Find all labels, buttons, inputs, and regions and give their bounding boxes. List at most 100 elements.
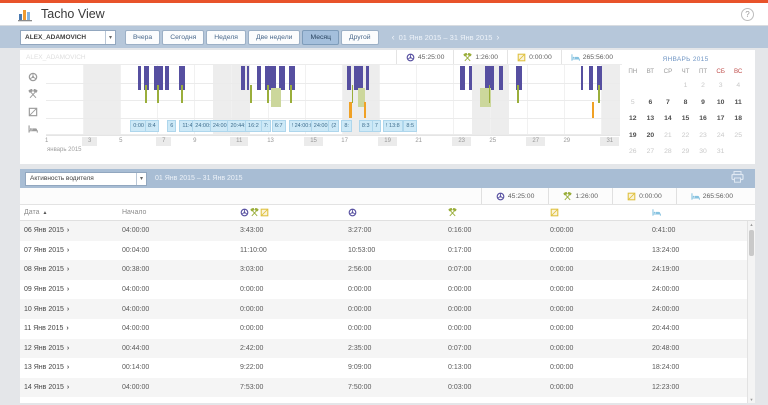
calendar-day[interactable]: 12 [624, 111, 642, 128]
calendar-day[interactable]: 1 [677, 78, 695, 95]
range-button[interactable]: Две недели [248, 30, 300, 45]
calendar-day[interactable]: 6 [642, 95, 660, 112]
range-button[interactable]: Вчера [125, 30, 160, 45]
table-row[interactable]: 15 Янв 2015›00:16:000:00:000:00:000:00:0… [20, 397, 755, 403]
calendar-day[interactable]: 22 [677, 128, 695, 145]
row-work-value: 0:07:00 [448, 345, 550, 352]
calendar-day[interactable]: 9 [694, 95, 712, 112]
calendar-day[interactable]: 13 [642, 111, 660, 128]
calendar-day[interactable]: 23 [694, 128, 712, 145]
column-header-driving[interactable] [348, 208, 448, 217]
column-header-total[interactable] [240, 208, 348, 217]
calendar-day[interactable]: 19 [624, 128, 642, 145]
calendar-day[interactable]: 17 [712, 111, 730, 128]
calendar-day[interactable]: 7 [659, 95, 677, 112]
row-date[interactable]: 06 Янв 2015› [24, 227, 122, 234]
caret-down-icon: ▾ [136, 173, 146, 185]
calendar-day[interactable]: 31 [712, 144, 730, 161]
driver-select[interactable]: ALEX_ADAMOVICH ▾ [20, 30, 116, 45]
scroll-down-arrow[interactable]: ▼ [748, 397, 755, 402]
print-icon[interactable] [731, 170, 744, 188]
calendar-day[interactable]: 18 [729, 111, 747, 128]
range-button[interactable]: Неделя [206, 30, 246, 45]
column-header-date[interactable]: Дата▲ [24, 209, 122, 216]
calendar-day[interactable]: 2 [694, 78, 712, 95]
prev-range-button[interactable]: ‹ [392, 33, 395, 42]
calendar-title: ЯНВАРЬ 2015 [624, 56, 747, 63]
table-row[interactable]: 09 Янв 2015›04:00:000:00:000:00:000:00:0… [20, 280, 755, 300]
driving-bar [499, 66, 504, 90]
calendar-day[interactable]: 16 [694, 111, 712, 128]
calendar-day[interactable]: 11 [729, 95, 747, 112]
row-expand-chevron-icon[interactable]: › [67, 266, 69, 273]
calendar-day[interactable]: 14 [659, 111, 677, 128]
range-button[interactable]: Месяц [302, 30, 339, 45]
row-date[interactable]: 13 Янв 2015› [24, 364, 122, 371]
table-row[interactable]: 14 Янв 2015›04:00:007:53:007:50:000:03:0… [20, 378, 755, 398]
row-date[interactable]: 08 Янв 2015› [24, 266, 122, 273]
toolbar: ALEX_ADAMOVICH ▾ ВчераСегодняНеделяДве н… [0, 26, 768, 48]
row-expand-chevron-icon[interactable]: › [67, 345, 69, 352]
availability-square-icon [260, 208, 269, 217]
calendar-day[interactable]: 28 [659, 144, 677, 161]
row-expand-chevron-icon[interactable]: › [67, 306, 69, 313]
table-row[interactable]: 11 Янв 2015›04:00:000:00:000:00:000:00:0… [20, 319, 755, 339]
row-date[interactable]: 11 Янв 2015› [24, 325, 122, 332]
crossed-hammers-icon [28, 86, 38, 104]
totals-row: 45:25:00 1:26:00 0:00:00 265:56:00 [20, 188, 755, 205]
row-expand-chevron-icon[interactable]: › [67, 286, 69, 293]
table-row[interactable]: 12 Янв 2015›00:44:002:42:002:35:000:07:0… [20, 339, 755, 359]
calendar-day[interactable]: 21 [659, 128, 677, 145]
next-range-button[interactable]: › [496, 33, 499, 42]
row-expand-chevron-icon[interactable]: › [67, 364, 69, 371]
calendar-day[interactable]: 15 [677, 111, 695, 128]
column-header-work[interactable] [448, 208, 550, 217]
calendar-day[interactable]: 27 [642, 144, 660, 161]
table-row[interactable]: 13 Янв 2015›00:14:009:22:009:09:000:13:0… [20, 358, 755, 378]
table-row[interactable]: 07 Янв 2015›00:04:0011:10:0010:53:000:17… [20, 241, 755, 261]
calendar-day[interactable]: 20 [642, 128, 660, 145]
row-work-value: 0:16:00 [448, 227, 550, 234]
row-date[interactable]: 14 Янв 2015› [24, 384, 122, 391]
calendar-day[interactable]: 30 [694, 144, 712, 161]
scrollbar-thumb[interactable] [749, 230, 754, 256]
row-date[interactable]: 07 Янв 2015› [24, 247, 122, 254]
bed-icon [691, 192, 700, 201]
column-header-start[interactable]: Начало [122, 209, 240, 216]
column-header-rest[interactable] [652, 208, 755, 217]
row-expand-chevron-icon[interactable]: › [67, 227, 69, 234]
row-date[interactable]: 10 Янв 2015› [24, 306, 122, 313]
row-expand-chevron-icon[interactable]: › [67, 247, 69, 254]
row-expand-chevron-icon[interactable]: › [67, 384, 69, 391]
table-scrollbar[interactable]: ▲ ▼ [747, 221, 755, 403]
range-button[interactable]: Сегодня [162, 30, 204, 45]
calendar-day[interactable]: 4 [729, 78, 747, 95]
calendar-day[interactable]: 5 [624, 95, 642, 112]
column-header-availability[interactable] [550, 208, 652, 217]
axis-tick: 3 [82, 137, 97, 146]
activity-timeline[interactable]: 0:008:4611:424:00:0024:00:0020:44:016:27… [46, 65, 620, 135]
scroll-up-arrow[interactable]: ▲ [748, 222, 755, 227]
calendar-day[interactable]: 25 [729, 128, 747, 145]
table-row[interactable]: 08 Янв 2015›00:38:003:03:002:56:000:07:0… [20, 260, 755, 280]
calendar-day[interactable]: 8 [677, 95, 695, 112]
table-row[interactable]: 06 Янв 2015›04:00:003:43:003:27:000:16:0… [20, 221, 755, 241]
row-start-value: 04:00:00 [122, 227, 240, 234]
row-date[interactable]: 09 Янв 2015› [24, 286, 122, 293]
calendar-day[interactable]: 3 [712, 78, 730, 95]
calendar-day[interactable]: 10 [712, 95, 730, 112]
row-expand-chevron-icon[interactable]: › [66, 325, 68, 332]
range-button[interactable]: Другой [341, 30, 379, 45]
calendar-day[interactable]: 29 [677, 144, 695, 161]
work-bar [250, 85, 252, 103]
steering-wheel-icon [496, 192, 505, 201]
calendar-day[interactable]: 24 [712, 128, 730, 145]
row-date[interactable]: 12 Янв 2015› [24, 345, 122, 352]
report-type-select[interactable]: Активность водителя ▾ [25, 172, 147, 186]
row-rest-value: 20:48:00 [652, 345, 755, 352]
steering-wheel-icon [240, 208, 249, 217]
calendar-day[interactable]: 26 [624, 144, 642, 161]
row-total-value: 0:00:00 [240, 325, 348, 332]
help-icon[interactable]: ? [741, 8, 754, 21]
table-row[interactable]: 10 Янв 2015›04:00:000:00:000:00:000:00:0… [20, 299, 755, 319]
